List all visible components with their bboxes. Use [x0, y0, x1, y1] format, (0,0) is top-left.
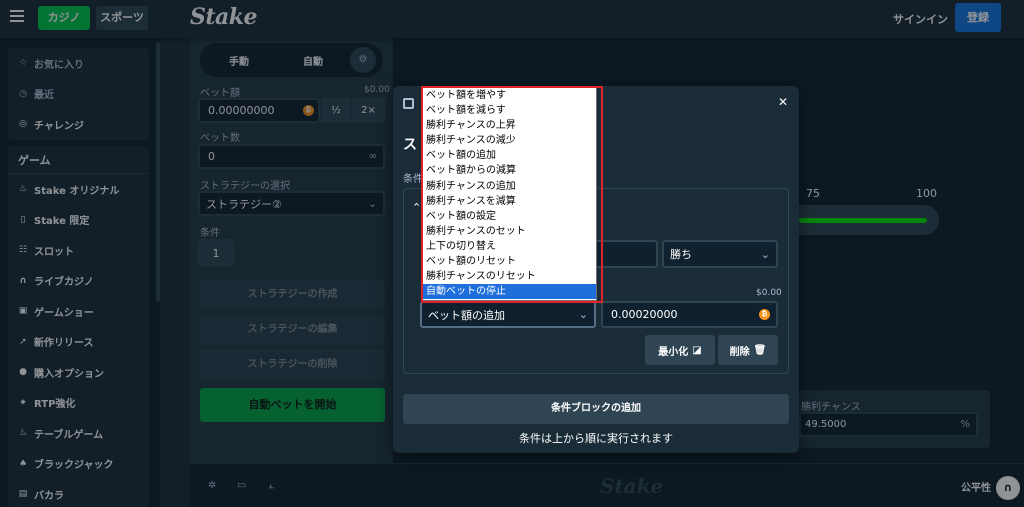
- close-icon[interactable]: ✕: [778, 95, 788, 109]
- result-select[interactable]: 勝ち ⌄: [662, 240, 778, 268]
- action-amount-value: 0.00020000: [611, 308, 678, 321]
- delete-label: 削除: [729, 346, 750, 358]
- action-select[interactable]: ベット額の追加 ⌄: [420, 301, 596, 328]
- delete-condition-button[interactable]: 削除 🗑: [718, 335, 778, 365]
- trash-icon: 🗑: [753, 344, 767, 356]
- chevron-up-icon[interactable]: ⌃: [412, 201, 421, 214]
- minimize-label: 最小化: [658, 346, 689, 358]
- result-value: 勝ち: [670, 248, 692, 261]
- chevron-down-icon: ⌄: [578, 308, 588, 321]
- chevron-down-icon: ⌄: [760, 247, 770, 261]
- highlight-frame: [421, 86, 603, 303]
- minimize-button[interactable]: 最小化 ◪: [645, 335, 715, 365]
- action-amount-input[interactable]: 0.00020000 ₿: [601, 301, 778, 328]
- bitcoin-icon: ₿: [759, 309, 770, 320]
- add-condition-block-button[interactable]: 条件ブロックの追加: [403, 394, 789, 424]
- amount-usd: $0.00: [756, 288, 782, 298]
- strategy-icon: [403, 98, 414, 109]
- action-value: ベット額の追加: [428, 308, 505, 322]
- execution-note: 条件は上から順に実行されます: [519, 432, 673, 445]
- modal-subtitle: 条件: [403, 174, 423, 185]
- minimize-icon: ◪: [692, 344, 702, 356]
